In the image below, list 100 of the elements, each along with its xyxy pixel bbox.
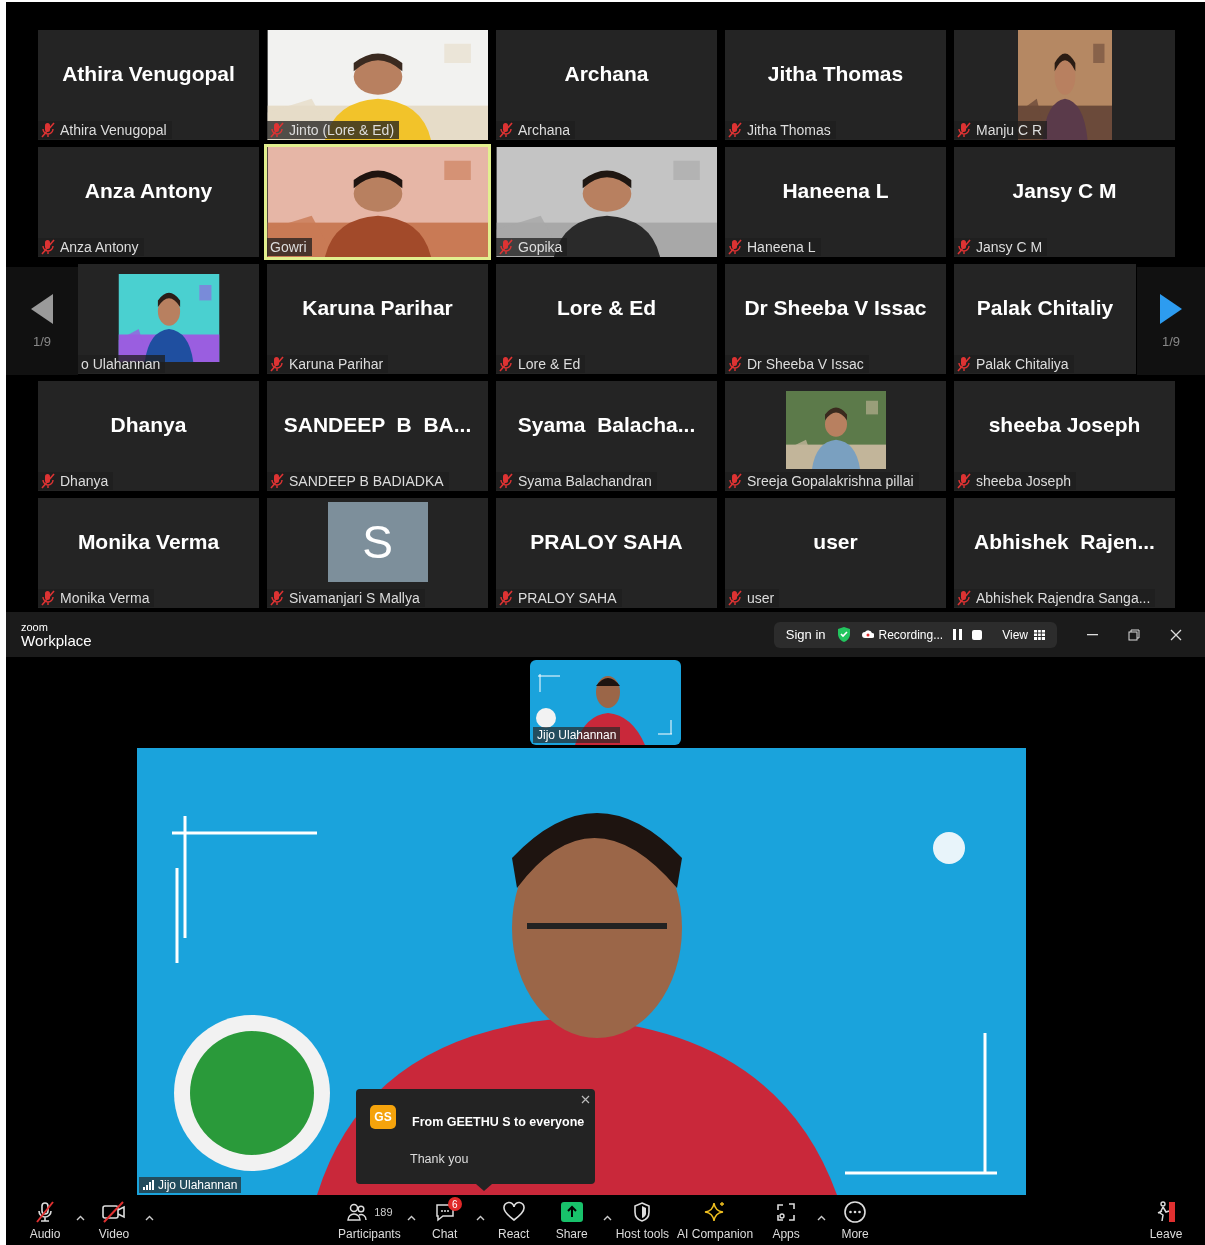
muted-mic-icon [270, 356, 284, 372]
participant-name: Haneena L [782, 179, 889, 203]
sender-avatar: GS [370, 1105, 396, 1129]
video-thumbnail[interactable]: Jijo Ulahannan [530, 660, 681, 745]
grid-icon[interactable] [1034, 629, 1045, 640]
muted-mic-icon [499, 590, 513, 606]
participant-tile[interactable]: Gopika [496, 147, 717, 257]
participant-label: Haneena L [725, 238, 821, 256]
name-tag: Jijo Ulahannan [533, 727, 621, 743]
participant-tile[interactable]: Sreeja Gopalakrishna pillai [725, 381, 946, 491]
next-page-icon[interactable] [1160, 293, 1182, 324]
muted-mic-icon [41, 239, 55, 255]
camera-icon [101, 1200, 127, 1224]
muted-mic-icon [957, 473, 971, 489]
participant-tile[interactable]: Abhishek Rajen... Abhishek Rajendra Sanga... [954, 498, 1175, 608]
participant-tile[interactable]: PRALOY SAHA PRALOY SAHA [496, 498, 717, 608]
participant-label: Jinto (Lore & Ed) [267, 121, 400, 139]
participant-name: Anza Antony [84, 179, 213, 203]
participant-tile[interactable]: Anza Antony Anza Antony [38, 147, 259, 257]
participant-label: Manju C R [954, 121, 1048, 139]
microphone-icon [33, 1200, 57, 1224]
participant-tile[interactable]: Monika Verma Monika Verma [38, 498, 259, 608]
caret-icon[interactable] [406, 1215, 416, 1221]
participant-tile[interactable]: Dhanya Dhanya [38, 381, 259, 491]
participant-name: PRALOY SAHA [530, 530, 683, 554]
participant-tile[interactable]: Athira Venugopal Athira Venugopal [38, 30, 259, 140]
close-icon[interactable] [1170, 628, 1182, 641]
participant-label: PRALOY SAHA [496, 589, 622, 607]
participant-tile[interactable]: Jansy C M Jansy C M [954, 147, 1175, 257]
participant-tile[interactable]: Dr Sheeba V Issac Dr Sheeba V Issac [725, 264, 946, 374]
toolbar-button[interactable]: Leave [1137, 1199, 1195, 1241]
participant-name: Jitha Thomas [767, 62, 904, 86]
participant-tile[interactable]: user user [725, 498, 946, 608]
name-tag: Jijo Ulahannan [139, 1177, 242, 1193]
participant-tile[interactable]: Gowri [267, 147, 488, 257]
muted-mic-icon [270, 122, 284, 138]
toolbar-button[interactable]: Apps [757, 1199, 816, 1241]
participant-name: Palak Chitaliy [976, 296, 1114, 320]
participant-label: Karuna Parihar [267, 355, 389, 373]
recording-status[interactable]: Recording... [878, 627, 944, 642]
muted-mic-icon [957, 122, 971, 138]
muted-mic-icon [499, 473, 513, 489]
stop-icon[interactable] [972, 629, 983, 640]
view-button[interactable]: View [1002, 627, 1028, 642]
participant-tile[interactable]: SANDEEP B BA... SANDEEP B BADIADKA [267, 381, 488, 491]
chat-message: Thank you [410, 1152, 469, 1166]
participant-name: Abhishek Rajen... [974, 530, 1155, 554]
participant-label: Dhanya [38, 472, 114, 490]
muted-mic-icon [728, 356, 742, 372]
muted-mic-icon [41, 122, 55, 138]
toolbar-button[interactable]: Host tools [611, 1199, 674, 1241]
participant-name: Karuna Parihar [302, 296, 453, 320]
toolbar-button[interactable]: React [484, 1199, 543, 1241]
caret-icon[interactable] [817, 1215, 827, 1221]
sign-in-link[interactable]: Sign in [785, 627, 826, 642]
participant-tile[interactable]: S Sivamanjari S Mallya [267, 498, 488, 608]
toolbar-button[interactable]: Video [85, 1199, 143, 1241]
participant-tile[interactable]: Syama Balacha... Syama Balachandran [496, 381, 717, 491]
toolbar-button[interactable]: Share [542, 1199, 601, 1241]
participant-label: Jitha Thomas [725, 121, 836, 139]
toolbar-button[interactable]: More [826, 1199, 885, 1241]
muted-mic-icon [728, 122, 742, 138]
toolbar-button[interactable]: 6 Chat [415, 1199, 474, 1241]
muted-mic-icon [957, 590, 971, 606]
participant-tile[interactable]: o Ulahannan [78, 264, 259, 374]
toolbar-button[interactable]: AI Companion [673, 1199, 758, 1241]
participant-name: Syama Balacha... [517, 413, 696, 437]
caret-icon[interactable] [475, 1215, 485, 1221]
participant-tile[interactable]: Manju C R [954, 30, 1175, 140]
participant-tile[interactable]: Jinto (Lore & Ed) [267, 30, 488, 140]
muted-mic-icon [41, 590, 55, 606]
participant-label: o Ulahannan [78, 355, 166, 373]
participant-label: Sreeja Gopalakrishna pillai [725, 472, 919, 490]
toolbar-button[interactable]: Audio [16, 1199, 74, 1241]
caret-icon[interactable] [602, 1215, 612, 1221]
minimize-icon[interactable] [1086, 633, 1098, 636]
participant-tile[interactable]: Karuna Parihar Karuna Parihar [267, 264, 488, 374]
caret-icon[interactable] [76, 1215, 85, 1221]
muted-mic-icon [499, 122, 513, 138]
muted-mic-icon [728, 239, 742, 255]
participant-label: Archana [496, 121, 576, 139]
participant-name: Dhanya [110, 413, 187, 437]
participant-tile[interactable]: Haneena L Haneena L [725, 147, 946, 257]
restore-icon[interactable] [1128, 628, 1140, 641]
previous-page-icon[interactable] [31, 293, 53, 324]
muted-mic-icon [728, 473, 742, 489]
shield-check-icon [835, 626, 852, 643]
participant-label: Monika Verma [38, 589, 155, 607]
participant-tile[interactable]: sheeba Joseph sheeba Joseph [954, 381, 1175, 491]
participant-tile[interactable]: Jitha Thomas Jitha Thomas [725, 30, 946, 140]
participant-name: Jansy C M [1012, 179, 1117, 203]
participant-tile[interactable]: Archana Archana [496, 30, 717, 140]
more-icon [843, 1200, 868, 1224]
participant-label: Gowri [267, 238, 312, 256]
caret-icon[interactable] [145, 1215, 154, 1221]
participant-name: sheeba Joseph [988, 413, 1141, 437]
pause-icon[interactable] [953, 629, 963, 640]
participant-tile[interactable]: Lore & Ed Lore & Ed [496, 264, 717, 374]
toolbar-button[interactable]: 189 Participants [334, 1199, 405, 1241]
participant-tile[interactable]: Palak Chitaliy Palak Chitaliya [954, 264, 1136, 374]
